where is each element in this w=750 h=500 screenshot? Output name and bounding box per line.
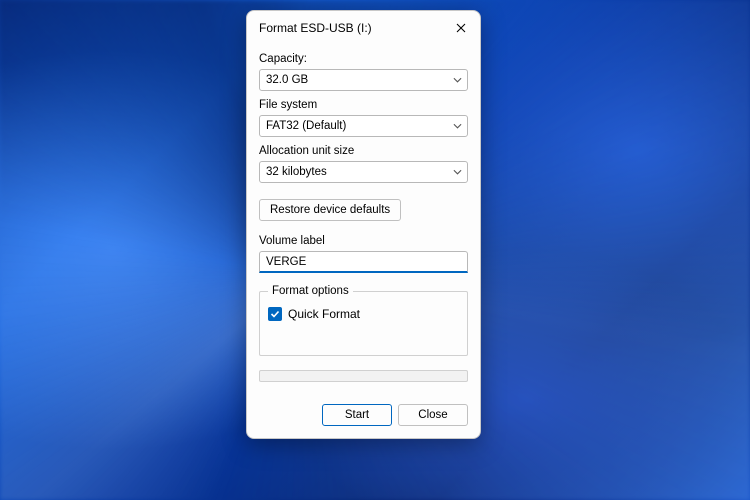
start-button[interactable]: Start	[322, 404, 392, 426]
format-options-fieldset: Format options Quick Format	[259, 285, 468, 356]
close-icon	[456, 23, 466, 33]
allocation-label: Allocation unit size	[259, 145, 468, 157]
restore-defaults-button[interactable]: Restore device defaults	[259, 199, 401, 221]
dialog-button-row: Start Close	[247, 390, 480, 438]
allocation-field-wrap	[259, 161, 468, 183]
titlebar: Format ESD-USB (I:)	[247, 11, 480, 43]
capacity-field-wrap	[259, 69, 468, 91]
allocation-select[interactable]	[259, 161, 468, 183]
quick-format-checkbox[interactable]	[268, 307, 282, 321]
close-button-footer[interactable]: Close	[398, 404, 468, 426]
quick-format-row: Quick Format	[268, 307, 459, 321]
format-options-legend: Format options	[268, 285, 353, 297]
capacity-select[interactable]	[259, 69, 468, 91]
capacity-label: Capacity:	[259, 53, 468, 65]
format-progress-bar	[259, 370, 468, 382]
format-dialog: Format ESD-USB (I:) Capacity: File syste…	[246, 10, 481, 439]
close-button[interactable]	[452, 19, 470, 37]
filesystem-label: File system	[259, 99, 468, 111]
filesystem-field-wrap	[259, 115, 468, 137]
dialog-title: Format ESD-USB (I:)	[259, 21, 372, 35]
filesystem-select[interactable]	[259, 115, 468, 137]
dialog-content: Capacity: File system Allocation unit si…	[247, 43, 480, 390]
quick-format-label: Quick Format	[288, 307, 360, 321]
volume-label-label: Volume label	[259, 235, 468, 247]
volume-label-input[interactable]	[259, 251, 468, 273]
check-icon	[270, 309, 280, 319]
